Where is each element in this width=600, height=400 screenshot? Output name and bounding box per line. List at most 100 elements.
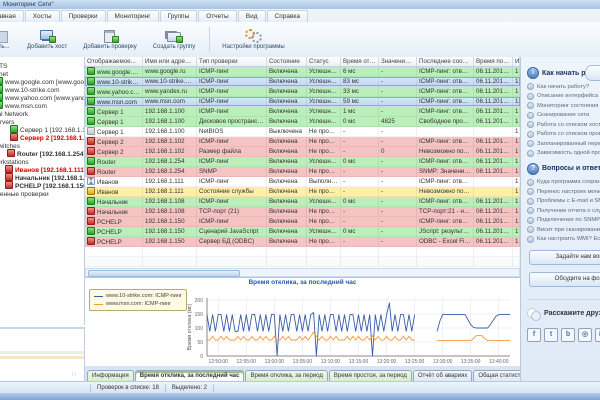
help-link[interactable]: Как начать работу? xyxy=(527,83,600,90)
help-link[interactable]: Получение отчета о службах xyxy=(527,207,600,214)
legend-label: www.10-strike.com: ICMP-пинг xyxy=(106,292,182,300)
column-header[interactable]: И xyxy=(513,57,520,66)
help-link[interactable]: Запланированный перезапуск xyxy=(527,140,600,147)
view-tab[interactable]: Информация xyxy=(87,370,134,381)
tree-item[interactable]: Сервер 1 [192.168.1.100] xyxy=(10,125,84,133)
create-group-button[interactable]: Создать группу xyxy=(145,27,203,52)
tree-item[interactable]: Отключенные проверки xyxy=(0,189,84,197)
tree-item[interactable]: HOSTS xyxy=(0,61,84,69)
menu-tab[interactable]: Мониторинг xyxy=(107,10,159,22)
help-link[interactable]: Подключение по SNMP xyxy=(527,217,600,224)
resize-grip-icon[interactable]: ∷ xyxy=(72,372,80,378)
tree-item[interactable]: Сервер 2 [192.168.1.102] xyxy=(10,133,84,141)
fail-status-icon xyxy=(87,137,95,145)
table-row[interactable]: www.google.comwww.google.ruICMP-пингВклю… xyxy=(85,67,520,77)
menu-tab[interactable]: Проверки xyxy=(61,10,106,22)
help-section-faq: ? Вопросы и ответы xyxy=(527,163,600,175)
table-row[interactable]: Router192.168.1.254ICMP-пингВключенаУспе… xyxy=(85,157,520,167)
ask-question-button[interactable]: Задайте нам вопрос xyxy=(529,250,600,265)
horizontal-scrollbar[interactable] xyxy=(85,268,520,277)
table-row[interactable]: Сервер 1192.168.1.100ICMP-пингВключенаУс… xyxy=(85,107,520,117)
help-link[interactable]: Мониторинг состояния xyxy=(527,102,600,109)
table-row[interactable]: Сервер 1192.168.1.100NetBIOSВыключенаНе … xyxy=(85,127,520,137)
column-header[interactable]: Тип проверки xyxy=(197,57,267,66)
twitter-icon[interactable]: t xyxy=(544,328,558,342)
menu-tab[interactable]: Группы xyxy=(160,10,198,22)
help-link[interactable]: Проблемы с E-mail и SMS xyxy=(527,198,600,205)
view-tab[interactable]: Время отклика, за последний час xyxy=(135,370,245,381)
column-header[interactable]: Значение пар... xyxy=(379,57,417,66)
help-link[interactable]: Перенос настроек мониторинга xyxy=(527,188,600,195)
column-header[interactable]: Статус xyxy=(307,57,341,66)
view-tab[interactable]: Отчёт об авариях xyxy=(413,370,472,381)
view-tab[interactable]: Время простоя, за период xyxy=(329,370,412,381)
menu-tab[interactable]: Отчеты xyxy=(198,10,236,22)
help-link[interactable]: Куда программа сохраняет xyxy=(527,179,600,186)
help-link[interactable]: Висит при сканировании xyxy=(527,226,600,233)
column-header[interactable]: Последнее сообщение xyxy=(417,57,474,66)
column-header[interactable]: Отображаемое... xyxy=(85,57,143,66)
table-row[interactable]: Иванов192.168.1.111ICMP-пингВключенаВыпо… xyxy=(85,177,520,187)
help-panel-button[interactable] xyxy=(585,65,600,81)
tree-item[interactable]: Local Network xyxy=(0,109,84,117)
tree-item[interactable]: Router [192.168.1.254] xyxy=(7,149,84,157)
menu-tab[interactable]: Справка xyxy=(267,10,309,22)
bird-icon[interactable]: b xyxy=(561,328,575,342)
tree-item[interactable]: Workstations xyxy=(0,157,84,165)
forum-button[interactable]: Обсудите на форуме xyxy=(529,272,600,287)
tree-item[interactable]: Switches xyxy=(0,141,84,149)
table-cell: Не прошла xyxy=(307,217,341,226)
table-cell: 192.168.1.108 xyxy=(143,197,197,206)
table-row[interactable]: Сервер 2192.168.1.102ICMP-пингВключенаНе… xyxy=(85,137,520,147)
window-titlebar[interactable]: Мониторинг Сети" xyxy=(0,0,600,9)
column-header[interactable]: Имя или адрес хост... xyxy=(143,57,197,66)
tree-item[interactable]: PCHELP [192.168.1.150] xyxy=(5,181,84,189)
tree-item[interactable]: Servers xyxy=(0,117,84,125)
tree-item[interactable]: Иванов [192.168.1.111] xyxy=(5,165,84,173)
tree-item[interactable]: Internet xyxy=(0,69,84,77)
column-header[interactable]: Время отклика xyxy=(341,57,379,66)
add-host-button[interactable]: Добавить хост xyxy=(19,27,75,52)
help-link[interactable]: Как настроить WMI? Если xyxy=(527,236,600,243)
table-row[interactable]: www.yahoo.comwww.yandex.ruICMP-пингВключ… xyxy=(85,87,520,97)
column-header[interactable]: Время послед... xyxy=(474,57,513,66)
help-link[interactable]: Описание интерфейса xyxy=(527,93,600,100)
fail-status-icon xyxy=(87,167,95,175)
tree-item[interactable]: Начальник [192.168.1.108] xyxy=(5,173,84,181)
scrollbar-thumb[interactable] xyxy=(88,270,240,277)
help-link[interactable]: Работа со списком проверок xyxy=(527,131,600,138)
table-row[interactable]: Router192.168.1.254SNMPВключенаНе прошла… xyxy=(85,167,520,177)
table-row[interactable]: Начальник192.168.1.108ICMP-пингВключенаУ… xyxy=(85,197,520,207)
tree-item[interactable]: www.yahoo.com [www.yandex.ru] xyxy=(0,93,84,101)
table-row[interactable]: Иванов192.168.1.111Состояние службыВключ… xyxy=(85,187,520,197)
help-link[interactable]: Сканирование сети xyxy=(527,112,600,119)
table-row[interactable]: PCHELP192.168.1.150Сценарий JavaScriptВк… xyxy=(85,227,520,237)
bullet-icon xyxy=(527,207,534,214)
table-row[interactable]: PCHELP192.168.1.150ICMP-пингВключенаНе п… xyxy=(85,217,520,227)
menu-tab[interactable]: Хосты xyxy=(25,10,60,22)
linkedin-icon[interactable]: in xyxy=(595,328,600,342)
svg-text:150: 150 xyxy=(195,312,204,318)
tree-item[interactable]: www.google.com [www.google.ru] xyxy=(0,77,84,85)
table-row[interactable]: PCHELP192.168.1.150Сервер БД (ODBC)Включ… xyxy=(85,237,520,247)
help-link[interactable]: Зависимость одной проверки xyxy=(527,150,600,157)
add-check-button[interactable]: Добавить проверку xyxy=(75,27,145,52)
table-cell: - xyxy=(379,137,417,146)
table-cell: Успешно завершена xyxy=(307,197,341,206)
camera-icon[interactable]: ◎ xyxy=(578,328,592,342)
view-tab[interactable]: Время отклика, за период xyxy=(245,370,327,381)
menu-tab[interactable]: Главная xyxy=(0,10,24,22)
table-row[interactable]: www.msn.comwww.msn.comICMP-пингВключенаУ… xyxy=(85,97,520,107)
wizard-button[interactable]: ать... xyxy=(0,27,19,52)
table-row[interactable]: Сервер 2192.168.1.102Размер файлаВключен… xyxy=(85,147,520,157)
table-row[interactable]: www.10-strike.comwww.10-strike.comICMP-п… xyxy=(85,77,520,87)
facebook-icon[interactable]: f xyxy=(527,328,541,342)
settings-button[interactable]: Настройки программы xyxy=(209,27,292,52)
column-header[interactable]: Состояние xyxy=(267,57,307,66)
menu-tab[interactable]: Вид xyxy=(238,10,266,22)
tree-item[interactable]: www.10-strike.com xyxy=(0,85,84,93)
tree-item[interactable]: www.msn.com xyxy=(0,101,84,109)
table-row[interactable]: Начальник192.168.1.108TCP-порт (21)Включ… xyxy=(85,207,520,217)
table-row[interactable]: Сервер 1192.168.1.100Дисковое пространст… xyxy=(85,117,520,127)
help-link[interactable]: Работа со списком хостов xyxy=(527,121,600,128)
